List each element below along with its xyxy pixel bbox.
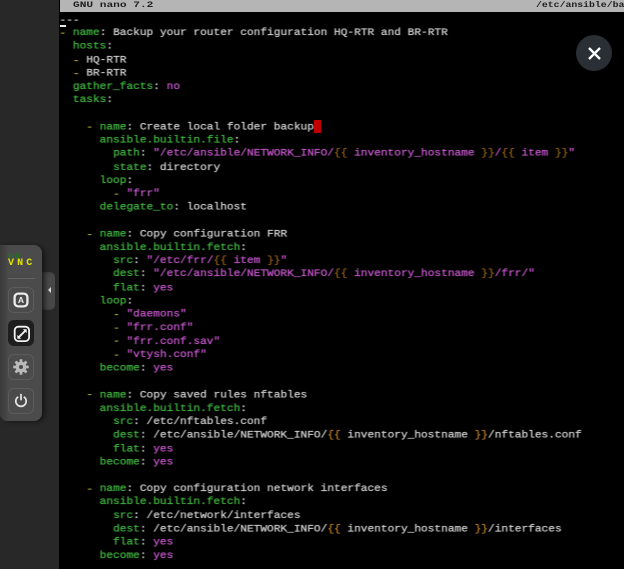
- svg-text:A: A: [18, 294, 24, 304]
